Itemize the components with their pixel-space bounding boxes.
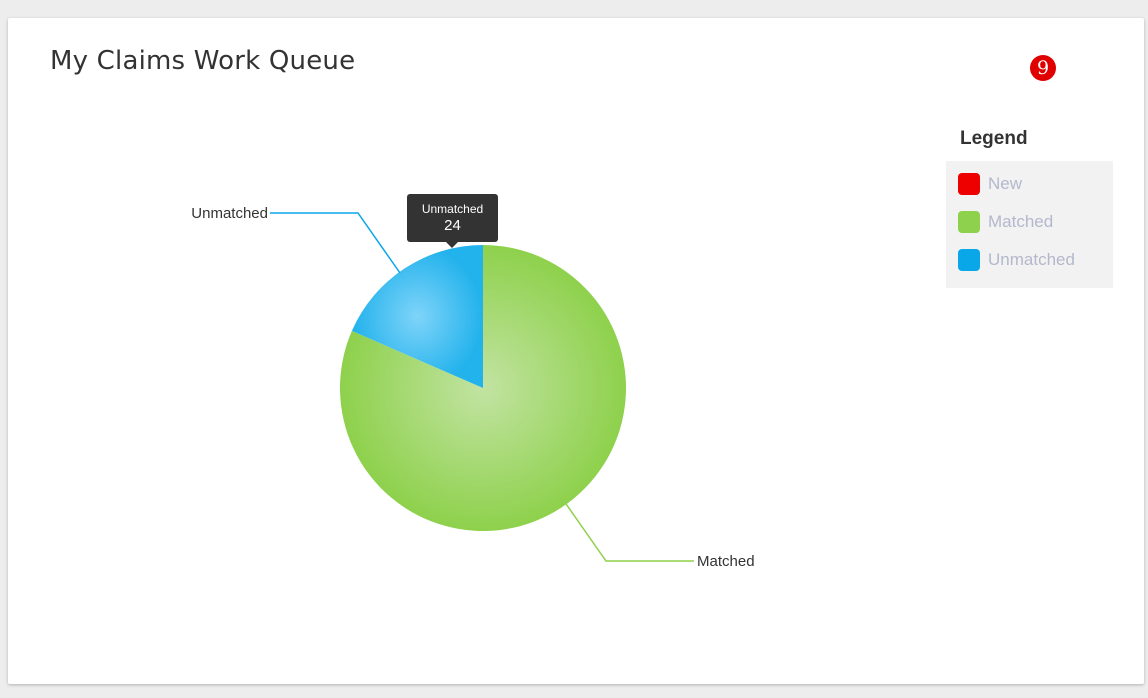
slice-tooltip: Unmatched 24	[407, 194, 498, 248]
tooltip-value: 24	[444, 217, 461, 234]
legend-item-matched[interactable]: Matched	[958, 211, 1053, 233]
tooltip-label: Unmatched	[421, 202, 484, 216]
legend-swatch-unmatched	[958, 249, 980, 271]
legend-item-unmatched[interactable]: Unmatched	[958, 249, 1075, 271]
legend-label-new: New	[988, 174, 1023, 193]
legend-title: Legend	[960, 128, 1028, 149]
slice-label-unmatched: Unmatched	[191, 205, 268, 222]
slice-label-matched: Matched	[697, 553, 755, 570]
pie-chart: Matched Unmatched	[191, 205, 755, 570]
legend: New Matched Unmatched	[946, 161, 1113, 288]
claims-work-queue-card: My Claims Work Queue 9 Matched Unmatched …	[8, 18, 1144, 684]
legend-item-new[interactable]: New	[958, 173, 1022, 195]
legend-label-unmatched: Unmatched	[988, 250, 1075, 269]
legend-label-matched: Matched	[988, 212, 1054, 231]
legend-swatch-new	[958, 173, 980, 195]
leader-line-matched	[563, 500, 694, 562]
tooltip-arrow	[446, 242, 458, 248]
legend-swatch-matched	[958, 211, 980, 233]
leader-line-unmatched	[270, 212, 401, 274]
